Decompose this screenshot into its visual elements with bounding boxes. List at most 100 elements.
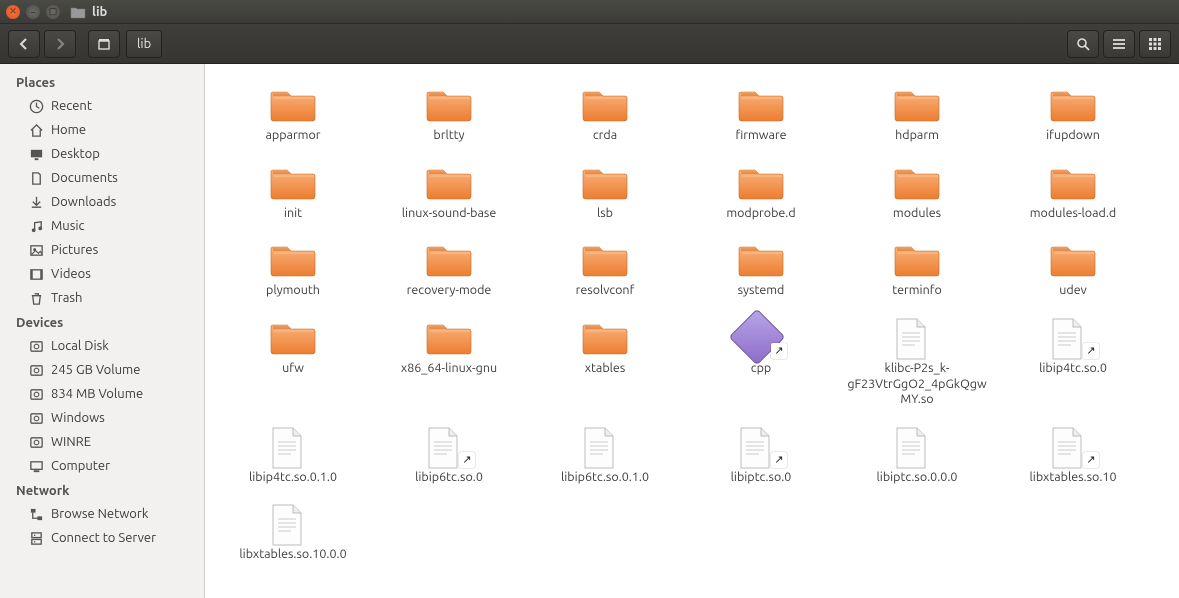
- folder-icon: [581, 239, 629, 279]
- sidebar-heading: Devices: [0, 310, 204, 334]
- folder-item[interactable]: init: [215, 158, 371, 232]
- folder-item[interactable]: ufw: [215, 313, 371, 418]
- file-item[interactable]: ↗libip4tc.so.0: [995, 313, 1151, 418]
- sidebar-item-label: WINRE: [51, 435, 91, 449]
- minimize-button[interactable]: −: [26, 5, 40, 19]
- toolbar: lib: [0, 24, 1179, 64]
- file-label: modprobe.d: [726, 206, 795, 222]
- file-item[interactable]: libxtables.so.10.0.0: [215, 499, 371, 573]
- file-label: crda: [593, 128, 617, 144]
- folder-item[interactable]: modules-load.d: [995, 158, 1151, 232]
- sidebar-item-label: 834 MB Volume: [51, 387, 143, 401]
- folder-item[interactable]: modules: [839, 158, 995, 232]
- sidebar-item-downloads[interactable]: Downloads: [0, 190, 204, 214]
- file-item[interactable]: ↗cpp: [683, 313, 839, 418]
- folder-icon: [581, 84, 629, 124]
- sidebar-item-834-mb-volume[interactable]: 834 MB Volume: [0, 382, 204, 406]
- file-label: brltty: [433, 128, 464, 144]
- folder-item[interactable]: modprobe.d: [683, 158, 839, 232]
- sidebar-item-computer[interactable]: Computer: [0, 454, 204, 478]
- sidebar-item-local-disk[interactable]: Local Disk: [0, 334, 204, 358]
- folder-item[interactable]: recovery-mode: [371, 235, 527, 309]
- file-grid: apparmor brltty crda firmware hdparm ifupdown…: [215, 80, 1169, 573]
- sidebar-item-videos[interactable]: Videos: [0, 262, 204, 286]
- folder-icon: [269, 162, 317, 202]
- link-arrow-icon: ↗: [771, 452, 787, 468]
- file-item[interactable]: ↗libiptc.so.0: [683, 422, 839, 496]
- file-link-icon: ↗: [1049, 317, 1097, 357]
- sidebar-item-home[interactable]: Home: [0, 118, 204, 142]
- folder-item[interactable]: brltty: [371, 80, 527, 154]
- folder-item[interactable]: apparmor: [215, 80, 371, 154]
- downloads-icon: [28, 194, 44, 210]
- file-item[interactable]: libiptc.so.0.0.0: [839, 422, 995, 496]
- folder-icon: [737, 162, 785, 202]
- link-arrow-icon: ↗: [459, 452, 475, 468]
- folder-item[interactable]: hdparm: [839, 80, 995, 154]
- path-segment-lib[interactable]: lib: [126, 30, 162, 58]
- folder-item[interactable]: systemd: [683, 235, 839, 309]
- close-button[interactable]: ✕: [6, 5, 20, 19]
- folder-item[interactable]: crda: [527, 80, 683, 154]
- file-item[interactable]: ↗ libxtables.so.10: [995, 422, 1151, 496]
- sidebar-item-documents[interactable]: Documents: [0, 166, 204, 190]
- forward-button[interactable]: [44, 30, 76, 58]
- folder-item[interactable]: x86_64-linux-gnu: [371, 313, 527, 418]
- file-label: libiptc.so.0.0.0: [877, 470, 958, 486]
- folder-item[interactable]: xtables: [527, 313, 683, 418]
- sidebar-item-label: Windows: [51, 411, 105, 425]
- sidebar-item-label: Trash: [51, 291, 82, 305]
- sidebar-item-label: Downloads: [51, 195, 116, 209]
- folder-item[interactable]: lsb: [527, 158, 683, 232]
- folder-icon: [737, 239, 785, 279]
- file-label: apparmor: [265, 128, 320, 144]
- sidebar-heading: Network: [0, 478, 204, 502]
- path-root-button[interactable]: [88, 30, 120, 58]
- sidebar-item-label: Music: [51, 219, 85, 233]
- file-item[interactable]: ↗libip6tc.so.0: [371, 422, 527, 496]
- link-arrow-icon: ↗: [1083, 452, 1099, 468]
- file-label: systemd: [738, 283, 785, 299]
- folder-icon: [1049, 239, 1097, 279]
- sidebar-item-windows[interactable]: Windows: [0, 406, 204, 430]
- maximize-button[interactable]: ▢: [46, 5, 60, 19]
- file-label: linux-sound-base: [402, 206, 497, 222]
- sidebar-item-recent[interactable]: Recent: [0, 94, 204, 118]
- file-item[interactable]: klibc-P2s_k-gF23VtrGgO2_4pGkQgwMY.so: [839, 313, 995, 418]
- folder-item[interactable]: terminfo: [839, 235, 995, 309]
- sidebar-item-pictures[interactable]: Pictures: [0, 238, 204, 262]
- sidebar-item-connect-to-server[interactable]: Connect to Server: [0, 526, 204, 550]
- folder-item[interactable]: ifupdown: [995, 80, 1151, 154]
- sidebar-item-browse-network[interactable]: Browse Network: [0, 502, 204, 526]
- sidebar: PlacesRecentHomeDesktopDocumentsDownload…: [0, 64, 205, 598]
- folder-item[interactable]: udev: [995, 235, 1151, 309]
- search-button[interactable]: [1067, 30, 1099, 58]
- sidebar-item-music[interactable]: Music: [0, 214, 204, 238]
- file-item[interactable]: libip6tc.so.0.1.0: [527, 422, 683, 496]
- sidebar-item-winre[interactable]: WINRE: [0, 430, 204, 454]
- folder-item[interactable]: plymouth: [215, 235, 371, 309]
- folder-item[interactable]: linux-sound-base: [371, 158, 527, 232]
- window-title: lib: [92, 5, 107, 19]
- sidebar-item-label: Computer: [51, 459, 110, 473]
- menu-button[interactable]: [1103, 30, 1135, 58]
- file-item[interactable]: libip4tc.so.0.1.0: [215, 422, 371, 496]
- clock-icon: [28, 98, 44, 114]
- videos-icon: [28, 266, 44, 282]
- folder-icon: [269, 317, 317, 357]
- back-button[interactable]: [8, 30, 40, 58]
- file-label: libxtables.so.10: [1030, 470, 1117, 486]
- view-grid-button[interactable]: [1139, 30, 1171, 58]
- file-label: ifupdown: [1046, 128, 1100, 144]
- sidebar-item-trash[interactable]: Trash: [0, 286, 204, 310]
- sidebar-item-245-gb-volume[interactable]: 245 GB Volume: [0, 358, 204, 382]
- folder-item[interactable]: resolvconf: [527, 235, 683, 309]
- sidebar-item-desktop[interactable]: Desktop: [0, 142, 204, 166]
- folder-icon: [425, 239, 473, 279]
- sidebar-item-label: 245 GB Volume: [51, 363, 140, 377]
- folder-item[interactable]: firmware: [683, 80, 839, 154]
- file-label: hdparm: [895, 128, 939, 144]
- file-icon: [893, 426, 941, 466]
- icon-view[interactable]: apparmor brltty crda firmware hdparm ifupdown…: [205, 64, 1179, 598]
- file-link-icon: ↗: [1049, 426, 1097, 466]
